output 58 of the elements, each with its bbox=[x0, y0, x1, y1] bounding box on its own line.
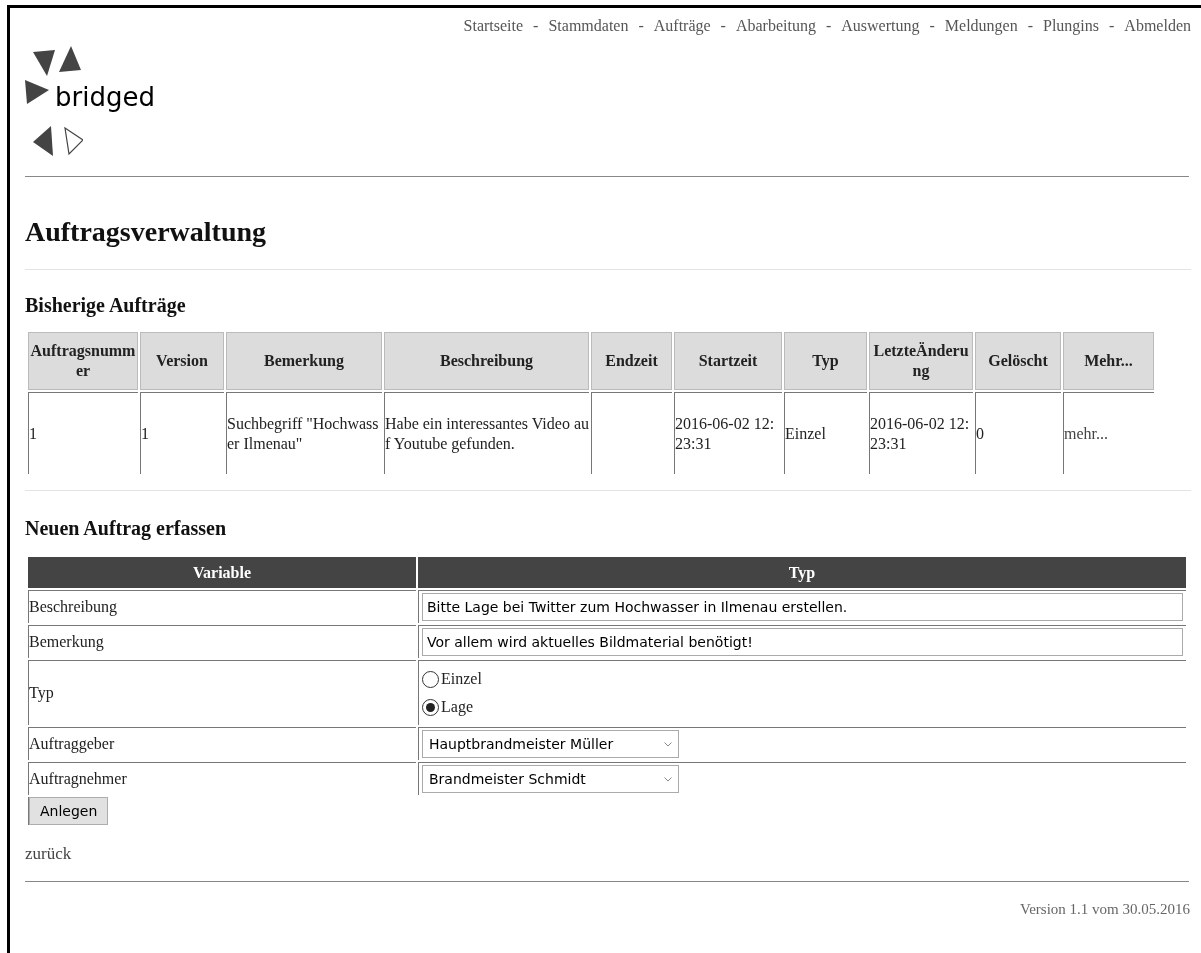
table-cell: 0 bbox=[975, 392, 1061, 474]
nav-separator: - bbox=[929, 16, 935, 36]
nav-link[interactable]: Abarbeitung bbox=[735, 14, 816, 38]
nav-link[interactable]: Abmelden bbox=[1124, 14, 1191, 38]
nav-separator: - bbox=[533, 16, 539, 36]
column-header: Variable bbox=[28, 557, 416, 588]
column-header: Startzeit bbox=[674, 332, 782, 390]
page-title: Auftragsverwaltung bbox=[25, 215, 268, 249]
radio-label: Lage bbox=[441, 697, 473, 718]
table-cell: Einzel bbox=[784, 392, 867, 474]
nav-separator: - bbox=[825, 16, 832, 36]
column-header: LetzteÄnderung bbox=[869, 332, 973, 390]
text-field[interactable]: Vor allem wird aktuelles Bildmaterial benötigt! bbox=[422, 628, 1183, 656]
table-cell: Habe ein interessantes Video auf Youtube gefunden. bbox=[384, 392, 589, 474]
column-header: Version bbox=[140, 332, 224, 390]
table-cell: 1 bbox=[28, 392, 138, 474]
chevron-down-icon bbox=[664, 741, 672, 747]
table-cell: 1 bbox=[140, 392, 224, 474]
nav-separator: - bbox=[1027, 16, 1033, 36]
column-header: Typ bbox=[784, 332, 867, 390]
column-header: Typ bbox=[418, 557, 1186, 588]
nav-separator: - bbox=[1109, 16, 1115, 36]
column-header: Bemerkung bbox=[226, 332, 382, 390]
nav-link[interactable]: Aufträge bbox=[653, 14, 711, 38]
back-link[interactable]: zurück bbox=[25, 844, 72, 863]
nav-separator: - bbox=[720, 16, 726, 36]
submit-button[interactable]: Anlegen bbox=[29, 797, 109, 825]
nav-link[interactable]: Stammdaten bbox=[548, 14, 629, 38]
radio-label: Einzel bbox=[441, 669, 482, 689]
column-header: Auftragsnummer bbox=[28, 332, 138, 390]
field-label: Typ bbox=[28, 660, 416, 725]
field-label: Beschreibung bbox=[28, 590, 416, 623]
section-heading: Bisherige Aufträge bbox=[25, 293, 187, 319]
radio-button[interactable] bbox=[422, 698, 439, 716]
table-cell: 2016-06-02 12:23:31 bbox=[869, 392, 973, 474]
nav-separator: - bbox=[638, 16, 644, 36]
dropdown[interactable]: Brandmeister Schmidt bbox=[422, 765, 679, 793]
nav-link[interactable]: Startseite bbox=[463, 14, 524, 38]
field-label: Auftraggeber bbox=[28, 727, 416, 760]
column-header: Gelöscht bbox=[975, 332, 1061, 390]
version-text: Version 1.1 vom 30.05.2016 bbox=[1020, 899, 1190, 919]
nav-link[interactable]: Auswertung bbox=[841, 14, 920, 38]
more-link[interactable]: mehr... bbox=[1064, 424, 1108, 442]
table-cell: 2016-06-02 12:23:31 bbox=[674, 392, 782, 474]
field-label: Bemerkung bbox=[28, 625, 416, 658]
table-cell: Suchbegriff "Hochwasser Ilmenau" bbox=[226, 392, 382, 474]
column-header: Endzeit bbox=[591, 332, 672, 390]
radio-button[interactable] bbox=[422, 670, 439, 688]
nav-link[interactable]: Plungins bbox=[1043, 14, 1099, 38]
chevron-down-icon bbox=[664, 776, 672, 782]
logo-text: bridged bbox=[55, 80, 155, 114]
dropdown[interactable]: Hauptbrandmeister Müller bbox=[422, 730, 679, 758]
column-header: Mehr... bbox=[1063, 332, 1154, 390]
field-label: Auftragnehmer bbox=[28, 762, 416, 795]
nav-link[interactable]: Meldungen bbox=[944, 14, 1018, 38]
text-field[interactable]: Bitte Lage bei Twitter zum Hochwasser in Ilmenau erstellen. bbox=[422, 593, 1183, 621]
column-header: Beschreibung bbox=[384, 332, 589, 390]
section-heading: Neuen Auftrag erfassen bbox=[25, 516, 228, 542]
